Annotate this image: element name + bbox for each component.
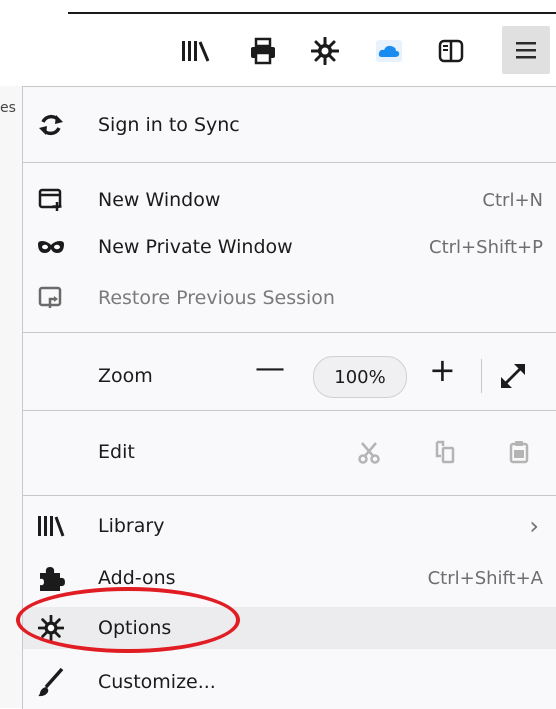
menu-separator xyxy=(23,495,556,496)
puzzle-piece-icon xyxy=(37,564,65,592)
menu-separator xyxy=(23,332,556,333)
library-icon xyxy=(37,512,65,540)
menu-item-customize[interactable]: Customize... xyxy=(23,661,556,703)
copy-icon[interactable] xyxy=(433,440,457,469)
menu-separator xyxy=(23,410,556,411)
menu-item-shortcut: Ctrl+Shift+P xyxy=(429,236,543,258)
highlight-circle xyxy=(16,587,240,653)
menu-item-label: Zoom xyxy=(98,365,153,387)
print-icon[interactable] xyxy=(246,34,280,68)
cut-icon[interactable] xyxy=(357,440,381,469)
paste-icon[interactable] xyxy=(509,440,529,469)
menu-item-label: Restore Previous Session xyxy=(98,287,335,309)
sidebar-icon[interactable] xyxy=(434,34,468,68)
paintbrush-icon xyxy=(37,667,65,697)
menu-item-label: Edit xyxy=(98,441,135,463)
fullscreen-icon[interactable] xyxy=(498,361,528,396)
toolbar-top-border xyxy=(68,12,556,14)
zoom-in-button[interactable]: + xyxy=(429,351,456,389)
cloud-icon[interactable] xyxy=(372,34,406,68)
menu-item-edit: Edit xyxy=(23,431,556,473)
library-icon[interactable] xyxy=(178,34,212,68)
menu-item-restore-session[interactable]: Restore Previous Session xyxy=(23,277,556,319)
menu-item-shortcut: Ctrl+Shift+A xyxy=(427,567,543,589)
gear-icon[interactable] xyxy=(308,34,342,68)
menu-item-label: Library xyxy=(98,515,165,537)
restore-session-icon xyxy=(37,284,65,312)
new-window-icon xyxy=(37,186,65,214)
menu-separator xyxy=(23,162,556,163)
chevron-right-icon: › xyxy=(529,512,539,540)
menu-item-label: Customize... xyxy=(98,671,216,693)
menu-item-new-private-window[interactable]: New Private Window Ctrl+Shift+P xyxy=(23,226,556,268)
menu-item-new-window[interactable]: New Window Ctrl+N xyxy=(23,179,556,221)
sync-icon xyxy=(37,111,65,139)
menu-item-library[interactable]: Library › xyxy=(23,505,556,547)
private-mask-icon xyxy=(37,233,65,261)
menu-item-label: New Window xyxy=(98,189,221,211)
zoom-divider xyxy=(481,359,482,393)
menu-item-sign-in-sync[interactable]: Sign in to Sync xyxy=(23,104,556,146)
menu-item-zoom: Zoom — 100% + xyxy=(23,351,556,398)
page-partial-text: es xyxy=(0,100,16,116)
zoom-out-button[interactable]: — xyxy=(255,351,285,386)
zoom-reset-button[interactable]: 100% xyxy=(313,356,407,398)
menu-item-label: Add-ons xyxy=(98,567,176,589)
menu-item-shortcut: Ctrl+N xyxy=(482,189,543,211)
menu-item-label: Sign in to Sync xyxy=(98,114,240,136)
hamburger-menu-icon[interactable] xyxy=(502,26,550,74)
menu-item-label: New Private Window xyxy=(98,236,293,258)
